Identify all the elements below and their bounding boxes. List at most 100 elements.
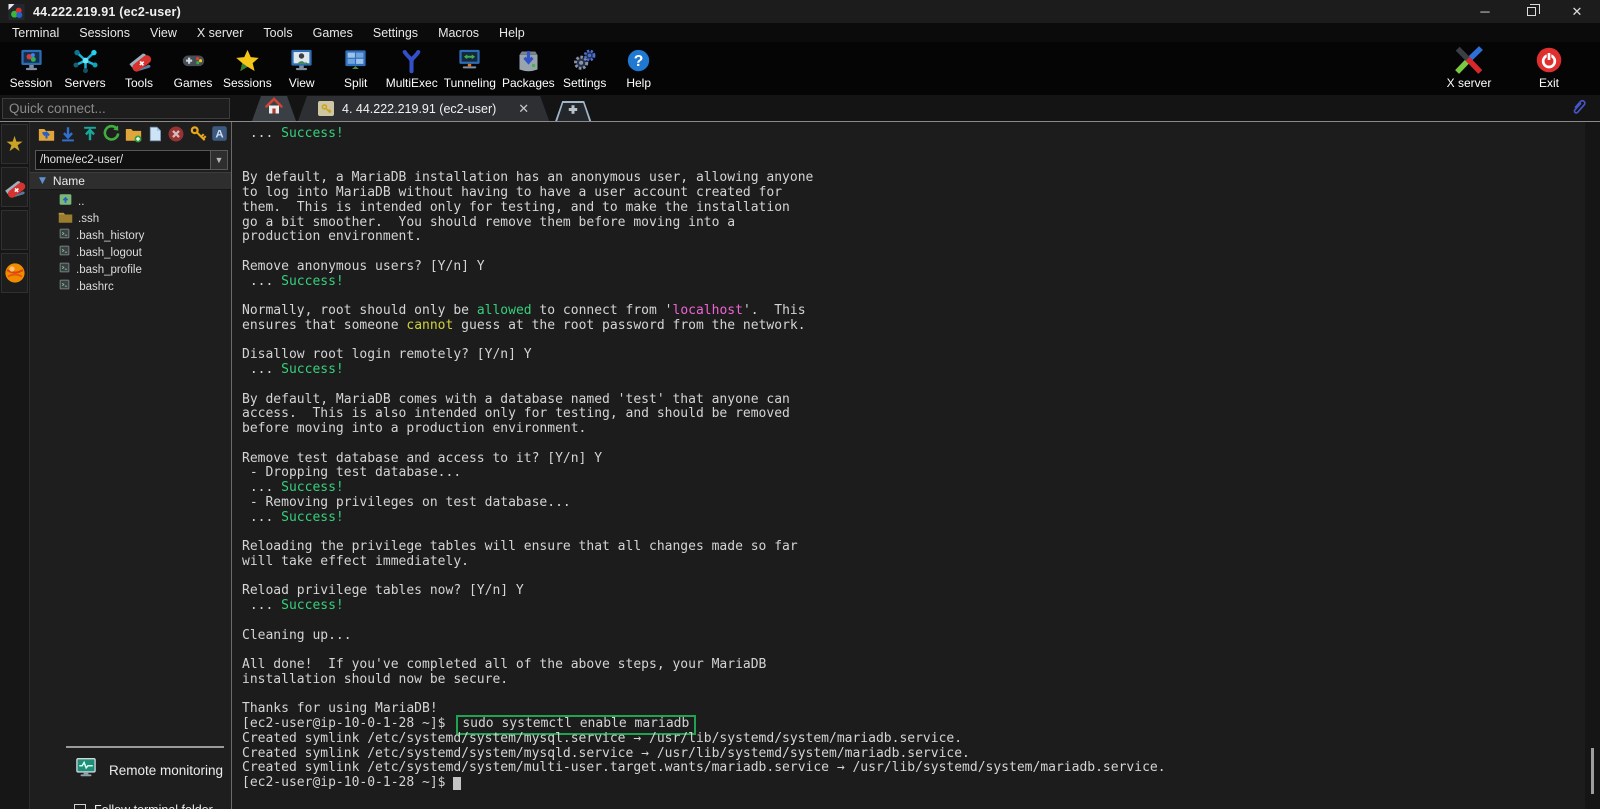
sidebar-tab-macros[interactable] xyxy=(1,210,28,250)
delete-button[interactable] xyxy=(167,126,185,146)
tab-close-icon[interactable]: ✕ xyxy=(518,101,529,117)
multiexec-button[interactable]: MultiExec xyxy=(383,44,441,91)
tab-bar: 4. 44.222.219.91 (ec2-user) ✕ xyxy=(0,95,1600,122)
servers-button[interactable]: Servers xyxy=(58,44,112,91)
menu-games[interactable]: Games xyxy=(303,25,363,41)
new-folder-button[interactable] xyxy=(124,126,143,146)
menu-sessions[interactable]: Sessions xyxy=(69,25,140,41)
terminal-line: before moving into a production environm… xyxy=(242,421,587,436)
terminal-line: Remove test database and access to it? [… xyxy=(242,450,603,466)
sidebar-tab-network[interactable] xyxy=(1,253,28,293)
file-list-header[interactable]: ▼ Name xyxy=(30,172,231,190)
folder-icon xyxy=(58,210,73,228)
terminal-line: access. This is also intended only for t… xyxy=(242,406,790,422)
current-path: /home/ec2-user/ xyxy=(40,154,124,166)
terminal-line: will take effect immediately. xyxy=(242,553,469,569)
toolbar-label: Games xyxy=(173,76,213,90)
packages-button[interactable]: Packages xyxy=(499,44,558,91)
toolbar-label: Exit xyxy=(1538,76,1559,90)
file-icon xyxy=(58,261,71,279)
toolbar-label: Servers xyxy=(64,76,106,90)
follow-terminal-folder-checkbox[interactable]: Follow terminal folder xyxy=(30,800,231,809)
quick-connect-input[interactable] xyxy=(2,98,230,119)
menu-view[interactable]: View xyxy=(140,25,187,41)
encoding-button[interactable]: A xyxy=(211,126,229,146)
terminal-line: Thanks for using MariaDB! xyxy=(242,701,438,717)
file-row[interactable]: .bash_logout xyxy=(30,244,231,261)
view-button[interactable]: View xyxy=(275,44,329,91)
session-tab-label: 4. 44.222.219.91 (ec2-user) xyxy=(342,101,497,116)
new-file-button[interactable] xyxy=(146,126,164,146)
key-icon xyxy=(318,101,334,116)
terminal[interactable]: ... Success! By default, a MariaDB insta… xyxy=(232,122,1600,809)
new-tab-button[interactable] xyxy=(555,101,592,121)
help-button[interactable]: ? Help xyxy=(612,44,666,91)
new-file-icon xyxy=(147,125,163,148)
close-button[interactable]: ✕ xyxy=(1554,0,1600,23)
download-icon xyxy=(59,125,77,148)
file-row[interactable]: .bash_profile xyxy=(30,261,231,278)
paperclip-icon[interactable] xyxy=(1569,97,1588,121)
refresh-button[interactable] xyxy=(102,124,121,148)
terminal-line: All done! If you've completed all of the… xyxy=(242,657,767,672)
help-icon: ? xyxy=(615,45,663,75)
refresh-icon xyxy=(102,124,121,148)
menu-macros[interactable]: Macros xyxy=(428,25,489,41)
checkbox[interactable] xyxy=(74,804,86,809)
upload-button[interactable] xyxy=(80,126,98,146)
path-dropdown[interactable]: /home/ec2-user/ ▼ xyxy=(35,150,228,170)
sort-direction-icon: ▼ xyxy=(39,176,46,186)
file-icon xyxy=(58,227,71,245)
x-server-button[interactable]: X server xyxy=(1442,44,1496,91)
title-bar: 44.222.219.91 (ec2-user) ─ ✕ xyxy=(0,0,1600,23)
terminal-line: installation should now be secure. xyxy=(242,671,509,687)
minimize-button[interactable]: ─ xyxy=(1462,0,1508,23)
file-row[interactable]: .. xyxy=(30,193,231,210)
permissions-button[interactable] xyxy=(189,125,208,146)
settings-icon xyxy=(561,45,609,75)
file-icon xyxy=(58,244,71,262)
menu-help[interactable]: Help xyxy=(489,25,535,41)
sftp-browser-panel: A /home/ec2-user/ ▼ ▼ Name .. .ssh .bash_h… xyxy=(30,122,232,809)
sidebar-tab-sessions[interactable]: ★ xyxy=(1,124,28,164)
xserver-icon xyxy=(1445,45,1493,75)
sidebar-tab-tools[interactable] xyxy=(1,167,28,207)
menu-terminal[interactable]: Terminal xyxy=(2,25,69,41)
plus-icon xyxy=(566,103,580,121)
chevron-down-icon[interactable]: ▼ xyxy=(210,151,227,169)
terminal-line: Disallow root login remotely? [Y/n] Y xyxy=(242,347,532,363)
menu-x-server[interactable]: X server xyxy=(187,25,254,41)
terminal-scrollbar[interactable] xyxy=(1585,122,1600,809)
file-row[interactable]: .bash_history xyxy=(30,227,231,244)
menu-settings[interactable]: Settings xyxy=(363,25,428,41)
split-button[interactable]: Split xyxy=(329,44,383,91)
toolbar-label: Split xyxy=(344,76,368,90)
download-button[interactable] xyxy=(59,126,77,146)
exit-button[interactable]: Exit xyxy=(1522,44,1576,91)
terminal-line: Remove anonymous users? [Y/n] Y xyxy=(242,258,485,274)
session-button[interactable]: Session xyxy=(4,44,58,91)
file-name: .ssh xyxy=(78,212,100,225)
go-up-button[interactable] xyxy=(37,126,56,146)
menu-tools[interactable]: Tools xyxy=(253,25,302,41)
window-title: 44.222.219.91 (ec2-user) xyxy=(33,4,181,19)
tools-button[interactable]: Tools xyxy=(112,44,166,91)
file-list: .. .ssh .bash_history .bash_logout .bash_pro… xyxy=(30,190,231,295)
scrollbar-thumb[interactable] xyxy=(1591,748,1594,794)
tunneling-button[interactable]: Tunneling xyxy=(441,44,499,91)
terminal-line: [ec2-user@ip-10-0-1-28 ~]$ sudo systemct… xyxy=(242,715,1582,735)
home-tab[interactable] xyxy=(252,96,296,121)
games-button[interactable]: Games xyxy=(166,44,220,91)
sessions-button[interactable]: Sessions xyxy=(220,44,275,91)
session-tab[interactable]: 4. 44.222.219.91 (ec2-user) ✕ xyxy=(298,96,549,121)
file-row[interactable]: .bashrc xyxy=(30,278,231,295)
settings-button[interactable]: Settings xyxy=(558,44,612,91)
restore-button[interactable] xyxy=(1508,0,1554,23)
file-row[interactable]: .ssh xyxy=(30,210,231,227)
remote-monitoring-button[interactable]: Remote monitoring xyxy=(30,752,231,788)
app-logo-icon xyxy=(8,3,25,20)
